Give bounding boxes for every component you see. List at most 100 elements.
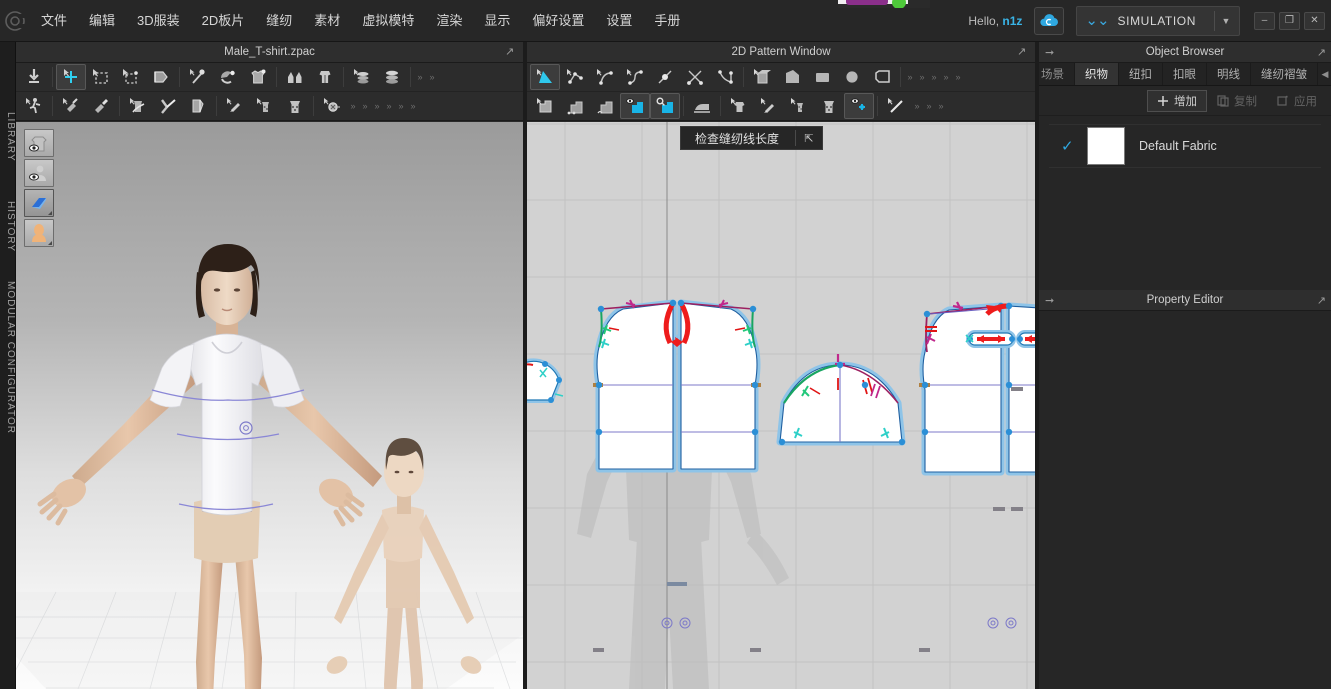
tool-2d-sew-segment[interactable] [530, 93, 560, 119]
toolbar-overflow[interactable]: » [414, 67, 426, 87]
tool-print-large[interactable] [280, 93, 310, 119]
ob-tab-fabric[interactable]: 织物 [1075, 63, 1119, 85]
menu-file[interactable]: 文件 [30, 0, 78, 42]
tool-2d-polygon[interactable] [777, 64, 807, 90]
tool-stack-fold[interactable] [377, 64, 407, 90]
menu-settings[interactable]: 设置 [595, 0, 643, 42]
tool-2d-garment-shape[interactable] [724, 93, 754, 119]
menu-display[interactable]: 显示 [473, 0, 521, 42]
tool-2d-sew-curve[interactable] [590, 93, 620, 119]
tool-print-small[interactable] [250, 93, 280, 119]
tool-2d-edit-curvature[interactable] [590, 64, 620, 90]
pin-right-icon[interactable]: ➞ [1045, 46, 1054, 59]
toolbar-overflow[interactable]: » [928, 67, 940, 87]
toolbar-overflow[interactable]: » [359, 96, 371, 116]
toolbar-overflow[interactable]: » [395, 96, 407, 116]
tool-2d-polyline[interactable] [710, 64, 740, 90]
view-toggle-avatar[interactable] [24, 159, 54, 187]
tool-tack-sphere[interactable] [213, 64, 243, 90]
vtab-library[interactable]: LIBRARY [0, 100, 16, 174]
arrow-left-icon[interactable]: ◀ [1318, 69, 1331, 80]
tool-2d-measure[interactable] [881, 93, 911, 119]
tool-2d-add-point[interactable] [650, 64, 680, 90]
tool-2d-check-sew-length[interactable] [620, 93, 650, 119]
tool-2d-edit-segment[interactable] [620, 64, 650, 90]
ob-tab-topstitch[interactable]: 明线 [1207, 63, 1251, 85]
duplicate-button[interactable]: 复制 [1207, 90, 1267, 112]
toolbar-overflow[interactable]: » [371, 96, 383, 116]
tool-2d-edit-pattern[interactable] [530, 64, 560, 90]
tool-transform-select[interactable] [56, 64, 86, 90]
add-button[interactable]: 增加 [1147, 89, 1207, 112]
tool-2d-edit-curve-point[interactable] [560, 64, 590, 90]
cloud-button[interactable] [1034, 6, 1065, 35]
tool-2d-pattern-eye[interactable] [844, 93, 874, 119]
toolbar-overflow[interactable]: » [426, 67, 438, 87]
toolbar-overflow[interactable]: » [916, 67, 928, 87]
tool-curve-edit[interactable] [153, 93, 183, 119]
close-button[interactable]: ✕ [1304, 11, 1325, 30]
caret-down-icon[interactable]: ▼ [1215, 16, 1237, 26]
menu-sewing[interactable]: 缝纫 [255, 0, 303, 42]
tool-stack-layer[interactable] [347, 64, 377, 90]
item-checkmark-icon[interactable]: ✓ [1061, 137, 1087, 155]
tool-pin[interactable] [183, 64, 213, 90]
view-toggle-garment[interactable] [24, 129, 54, 157]
tool-gizmo-paint[interactable] [86, 93, 116, 119]
dropdown-corner-icon[interactable] [48, 241, 52, 245]
tool-2d-print-large[interactable] [814, 93, 844, 119]
menu-material[interactable]: 素材 [303, 0, 351, 42]
restore-button[interactable]: ❐ [1279, 11, 1300, 30]
tool-avatar-pose[interactable] [19, 93, 49, 119]
ob-tab-scene[interactable]: 场景 [1039, 63, 1075, 85]
vtab-modular-configurator[interactable]: MODULAR CONFIGURATOR [0, 280, 16, 435]
fabric-swatch[interactable] [1087, 127, 1125, 165]
toolbar-overflow[interactable]: » [935, 96, 947, 116]
popout-icon[interactable]: ↗ [1317, 294, 1326, 307]
dropdown-corner-icon[interactable] [48, 211, 52, 215]
toolbar-overflow[interactable]: » [383, 96, 395, 116]
menu-render[interactable]: 渲染 [425, 0, 473, 42]
tool-2d-inspect-sew[interactable] [650, 93, 680, 119]
menu-preferences[interactable]: 偏好设置 [521, 0, 595, 42]
tool-2d-trace[interactable] [867, 64, 897, 90]
toolbar-overflow[interactable]: » [940, 67, 952, 87]
tool-garment-pin[interactable] [243, 64, 273, 90]
tool-transform-pattern[interactable] [116, 64, 146, 90]
tool-2d-rectangle[interactable] [807, 64, 837, 90]
tool-garment-fold[interactable] [123, 93, 153, 119]
viewport-2d[interactable]: 检查缝纫线长度 ⇱ [527, 122, 1035, 689]
tool-2d-sew-free[interactable] [560, 93, 590, 119]
toolbar-overflow[interactable]: » [407, 96, 419, 116]
ob-tab-button[interactable]: 纽扣 [1119, 63, 1163, 85]
view-toggle-fabric[interactable] [24, 189, 54, 217]
tool-gizmo-rotate[interactable] [56, 93, 86, 119]
toolbar-overflow[interactable]: » [923, 96, 935, 116]
minimize-button[interactable]: – [1254, 11, 1275, 30]
tool-2d-texture-paint[interactable] [754, 93, 784, 119]
tool-2d-print-small[interactable] [784, 93, 814, 119]
tool-2d-iron[interactable] [687, 93, 717, 119]
popout-icon[interactable]: ↗ [505, 46, 517, 58]
tool-2d-circle[interactable] [837, 64, 867, 90]
view-toggle-skin[interactable] [24, 219, 54, 247]
tool-texture-paint[interactable] [220, 93, 250, 119]
tool-button-place[interactable] [317, 93, 347, 119]
tool-2d-scissor[interactable] [680, 64, 710, 90]
tool-fold-arrange[interactable] [146, 64, 176, 90]
toolbar-overflow[interactable]: » [952, 67, 964, 87]
menu-3d-garment[interactable]: 3D服装 [126, 0, 191, 42]
toolbar-overflow[interactable]: » [347, 96, 359, 116]
ob-tab-pucker[interactable]: 缝纫褶皱 [1251, 63, 1318, 85]
apply-button[interactable]: 应用 [1267, 90, 1327, 112]
vtab-history[interactable]: HISTORY [0, 192, 16, 262]
toolbar-overflow[interactable]: » [904, 67, 916, 87]
tool-arrange-garment[interactable] [310, 64, 340, 90]
pin-right-icon[interactable]: ➞ [1045, 294, 1054, 307]
tool-arrange-up[interactable] [280, 64, 310, 90]
tool-rectangle-select[interactable] [86, 64, 116, 90]
popout-icon[interactable]: ↗ [1017, 46, 1029, 58]
menu-edit[interactable]: 编辑 [78, 0, 126, 42]
tool-2d-fold-pattern[interactable] [747, 64, 777, 90]
toolbar-overflow[interactable]: » [911, 96, 923, 116]
